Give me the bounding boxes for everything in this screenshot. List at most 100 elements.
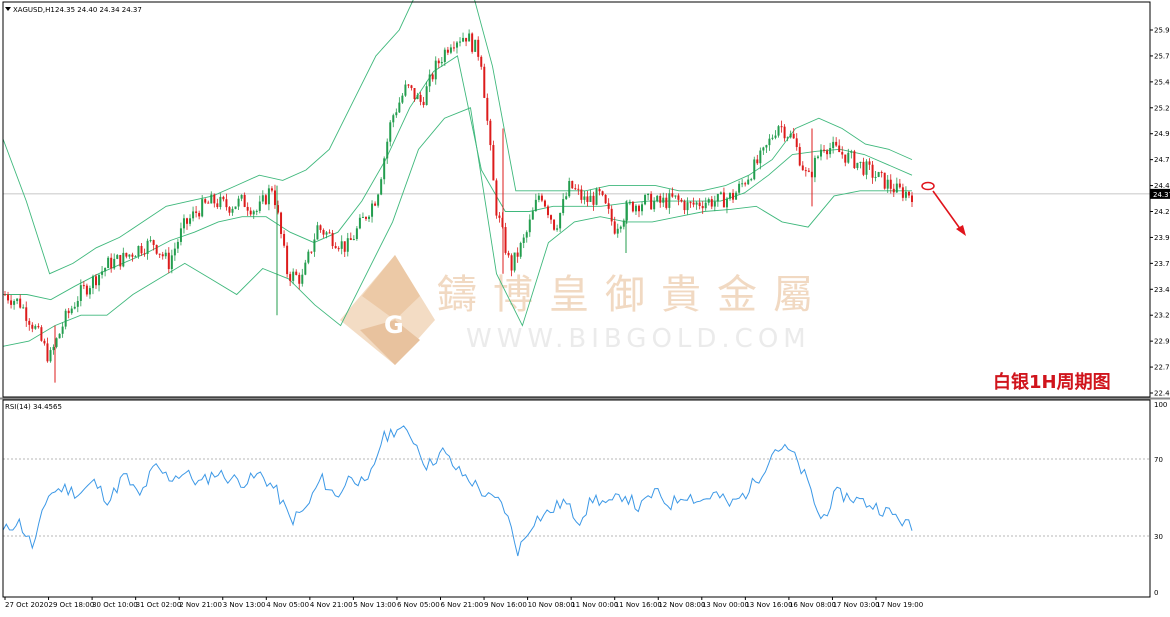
price-axis-label: 25.20 (1154, 104, 1170, 112)
candle-body (140, 245, 143, 254)
chart-area: G 鑄博皇御貴金屬 WWW.BIBGOLD.COM 25.95 25.70 25.4… (0, 0, 1170, 613)
candle-body (495, 180, 498, 216)
time-axis-label: 4 Nov 21:00 (310, 601, 353, 609)
candle-body (240, 194, 243, 199)
candle-body (280, 212, 283, 234)
candle-body (792, 133, 795, 139)
candle-body (644, 195, 647, 205)
candle-body (192, 211, 195, 219)
candle-body (104, 268, 107, 272)
candle-body (131, 254, 134, 257)
candle-body (783, 126, 786, 139)
candle-body (911, 195, 913, 202)
candle-body (146, 240, 149, 254)
candle-body (713, 201, 716, 207)
candle-body (222, 196, 225, 200)
candle-body (116, 255, 119, 259)
candle-body (634, 205, 637, 212)
time-axis-label: 27 Oct 2020 (5, 601, 48, 609)
candle-body (592, 195, 595, 205)
candle-body (489, 120, 492, 146)
candle-body (398, 102, 401, 113)
candle-body (531, 211, 534, 220)
candle-body (28, 320, 31, 325)
candle-body (25, 307, 28, 321)
time-axis-label: 12 Nov 08:00 (658, 601, 705, 609)
candle-body (273, 190, 276, 206)
candle-body (738, 183, 741, 193)
candle-body (525, 232, 528, 238)
candle-body (380, 179, 383, 195)
candle-body (73, 306, 76, 309)
rsi-label: RSI(14) 34.4565 (5, 403, 62, 411)
candle-body (170, 255, 173, 270)
candle-body (98, 274, 101, 286)
candle-body (219, 196, 222, 208)
candle-body (216, 203, 219, 208)
candle-body (595, 189, 598, 205)
candle-body (756, 159, 759, 164)
candle-body (231, 208, 234, 213)
candle-body (728, 192, 731, 199)
price-axis-label: 24.95 (1154, 130, 1170, 138)
candle-body (283, 233, 286, 246)
candle-body (850, 151, 853, 153)
candle-body (747, 179, 750, 185)
candle-body (483, 66, 486, 98)
candle-body (19, 298, 22, 308)
candle-body (437, 60, 440, 64)
candle-body (807, 170, 810, 172)
candle-body (310, 251, 313, 253)
candle-body (777, 126, 780, 136)
candle-body (537, 195, 540, 200)
price-axis-label: 23.45 (1154, 286, 1170, 294)
candle-body (565, 196, 568, 200)
candle-body (859, 161, 862, 163)
candle-body (49, 350, 52, 362)
candle-body (143, 253, 146, 255)
candle-body (698, 202, 701, 207)
candle-body (744, 183, 747, 185)
candle-body (553, 219, 556, 230)
candle-body (768, 138, 771, 146)
candle-body (556, 228, 559, 230)
candle-body (425, 86, 428, 106)
candle-body (61, 326, 64, 334)
candle-body (422, 101, 425, 106)
candle-body (716, 193, 719, 202)
candle-body (249, 210, 252, 215)
candle-body (829, 148, 832, 155)
candle-body (328, 232, 331, 234)
time-axis-label: 11 Nov 00:00 (571, 601, 618, 609)
candle-body (337, 248, 340, 250)
candle-body (668, 193, 671, 208)
candle-body (641, 204, 644, 212)
candle-body (722, 192, 725, 208)
time-axis-label: 16 Nov 08:00 (789, 601, 836, 609)
candle-body (101, 271, 104, 275)
rsi-axis-label: 70 (1154, 456, 1163, 464)
candle-body (898, 183, 901, 188)
time-axis-label: 17 Nov 19:00 (876, 601, 923, 609)
price-axis-label: 23.20 (1154, 312, 1170, 320)
candle-body (710, 199, 713, 207)
candle-body (568, 180, 571, 197)
candle-body (765, 145, 768, 148)
candle-body (653, 201, 656, 210)
candle-body (195, 211, 198, 213)
candle-body (662, 197, 665, 203)
candle-body (210, 194, 213, 204)
candle-body (786, 137, 789, 139)
candle-body (832, 141, 835, 149)
candle-body (331, 232, 334, 247)
candle-body (471, 33, 474, 52)
candle-body (853, 151, 856, 169)
candle-body (349, 238, 352, 240)
candle-body (167, 252, 170, 270)
candle-body (883, 172, 886, 189)
candle-body (856, 162, 859, 169)
candle-body (507, 252, 510, 256)
candle-body (877, 172, 880, 177)
candle-body (371, 203, 374, 217)
candle-body (823, 149, 826, 151)
